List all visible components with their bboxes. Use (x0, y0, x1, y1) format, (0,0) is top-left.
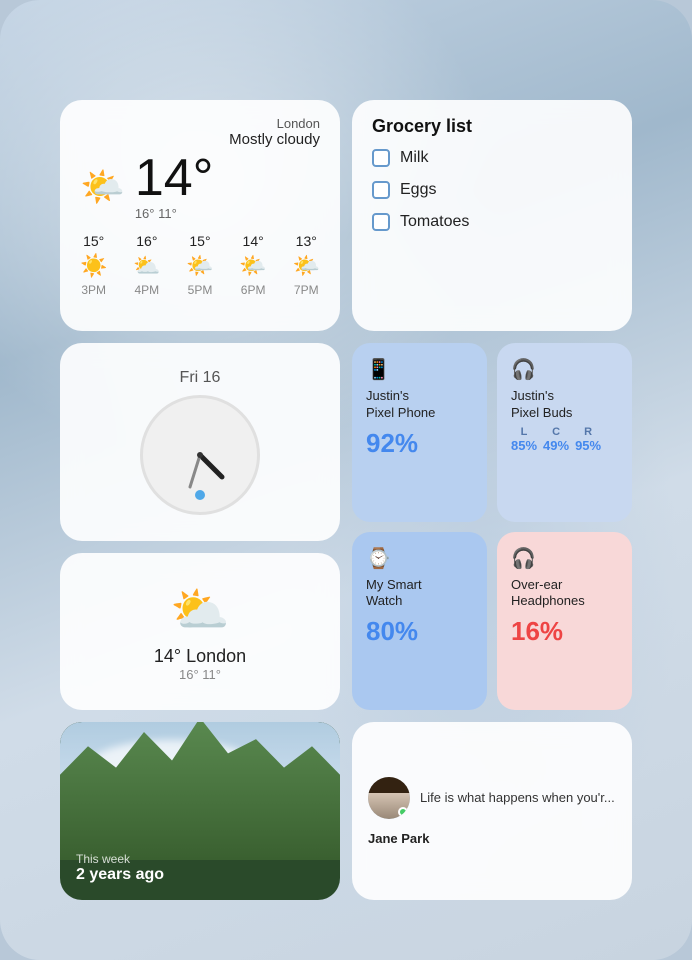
weather-small-hilo: 16° 11° (179, 667, 221, 682)
device-watch-widget[interactable]: ⌚ My SmartWatch 80% (352, 532, 487, 711)
photo-widget[interactable]: This week 2 years ago (60, 722, 340, 900)
avatar-hair (368, 777, 410, 794)
grocery-label-milk: Milk (400, 149, 428, 167)
forecast-item-7pm: 13° 🌤️ 7PM (293, 233, 320, 297)
clock-dot (195, 490, 205, 500)
weather-small-temp: 14° London (154, 646, 246, 667)
weather-small-widget[interactable]: ⛅ 14° London 16° 11° (60, 553, 340, 711)
headphones-icon: 🎧 (511, 546, 618, 571)
grocery-label-eggs: Eggs (400, 181, 436, 199)
device-phone-widget[interactable]: 📱 Justin'sPixel Phone 92% (352, 343, 487, 522)
weather-small-icon: ⛅ (170, 581, 230, 638)
device-headphones-widget[interactable]: 🎧 Over-earHeadphones 16% (497, 532, 632, 711)
bud-level-l: L 85% (511, 426, 537, 453)
clock-widget[interactable]: Fri 16 (60, 343, 340, 541)
clock-date: Fri 16 (180, 369, 221, 387)
message-widget[interactable]: Life is what happens when you'r... Jane … (352, 722, 632, 900)
grocery-item-milk[interactable]: Milk (372, 149, 612, 167)
buds-levels: L 85% C 49% R 95% (511, 426, 618, 453)
buds-name: Justin'sPixel Buds (511, 388, 618, 422)
device-grid: 📱 Justin'sPixel Phone 92% 🎧 Justin'sPixe… (352, 343, 632, 711)
weather-description: Mostly cloudy (80, 131, 320, 148)
headphones-battery: 16% (511, 616, 618, 647)
message-header: Life is what happens when you'r... (368, 777, 616, 819)
grocery-checkbox-tomatoes[interactable] (372, 213, 390, 231)
message-content: Life is what happens when you'r... (420, 789, 616, 807)
watch-icon: ⌚ (366, 546, 473, 571)
weather-main-widget[interactable]: London Mostly cloudy 🌤️ 14° 16° 11° 15° … (60, 100, 340, 331)
grocery-checkbox-milk[interactable] (372, 149, 390, 167)
device-buds-widget[interactable]: 🎧 Justin'sPixel Buds L 85% C 49% R 95% (497, 343, 632, 522)
grocery-label-tomatoes: Tomatoes (400, 213, 469, 231)
forecast-item-5pm: 15° 🌤️ 5PM (186, 233, 213, 297)
online-indicator (398, 807, 408, 817)
grocery-widget[interactable]: Grocery list Milk Eggs Tomatoes (352, 100, 632, 331)
message-text: Life is what happens when you'r... (420, 789, 616, 807)
phone-name: Justin'sPixel Phone (366, 388, 473, 422)
bud-level-c: C 49% (543, 426, 569, 453)
watch-name: My SmartWatch (366, 577, 473, 611)
forecast-item-6pm: 14° 🌤️ 6PM (239, 233, 266, 297)
weather-temperature: 14° (135, 152, 214, 204)
weather-forecast: 15° ☀️ 3PM 16° ⛅ 4PM 15° 🌤️ 5PM 14° 🌤️ 6… (80, 233, 320, 297)
photo-caption-subtitle: This week (76, 852, 164, 866)
headphones-name: Over-earHeadphones (511, 577, 618, 611)
watch-battery: 80% (366, 616, 473, 647)
weather-icon: 🌤️ (80, 166, 125, 208)
weather-hi-lo: 16° 11° (135, 206, 214, 221)
forecast-item-3pm: 15° ☀️ 3PM (80, 233, 107, 297)
grocery-item-eggs[interactable]: Eggs (372, 181, 612, 199)
message-avatar (368, 777, 410, 819)
forecast-item-4pm: 16° ⛅ 4PM (133, 233, 160, 297)
photo-caption-title: 2 years ago (76, 866, 164, 884)
bud-level-r: R 95% (575, 426, 601, 453)
phone-icon: 📱 (366, 357, 473, 382)
message-sender: Jane Park (368, 831, 616, 846)
grocery-title: Grocery list (372, 116, 612, 137)
phone-battery: 92% (366, 428, 473, 459)
clock-face (140, 395, 260, 515)
buds-icon: 🎧 (511, 357, 618, 382)
grocery-checkbox-eggs[interactable] (372, 181, 390, 199)
weather-location: London (80, 116, 320, 131)
grocery-item-tomatoes[interactable]: Tomatoes (372, 213, 612, 231)
photo-caption: This week 2 years ago (76, 852, 164, 884)
